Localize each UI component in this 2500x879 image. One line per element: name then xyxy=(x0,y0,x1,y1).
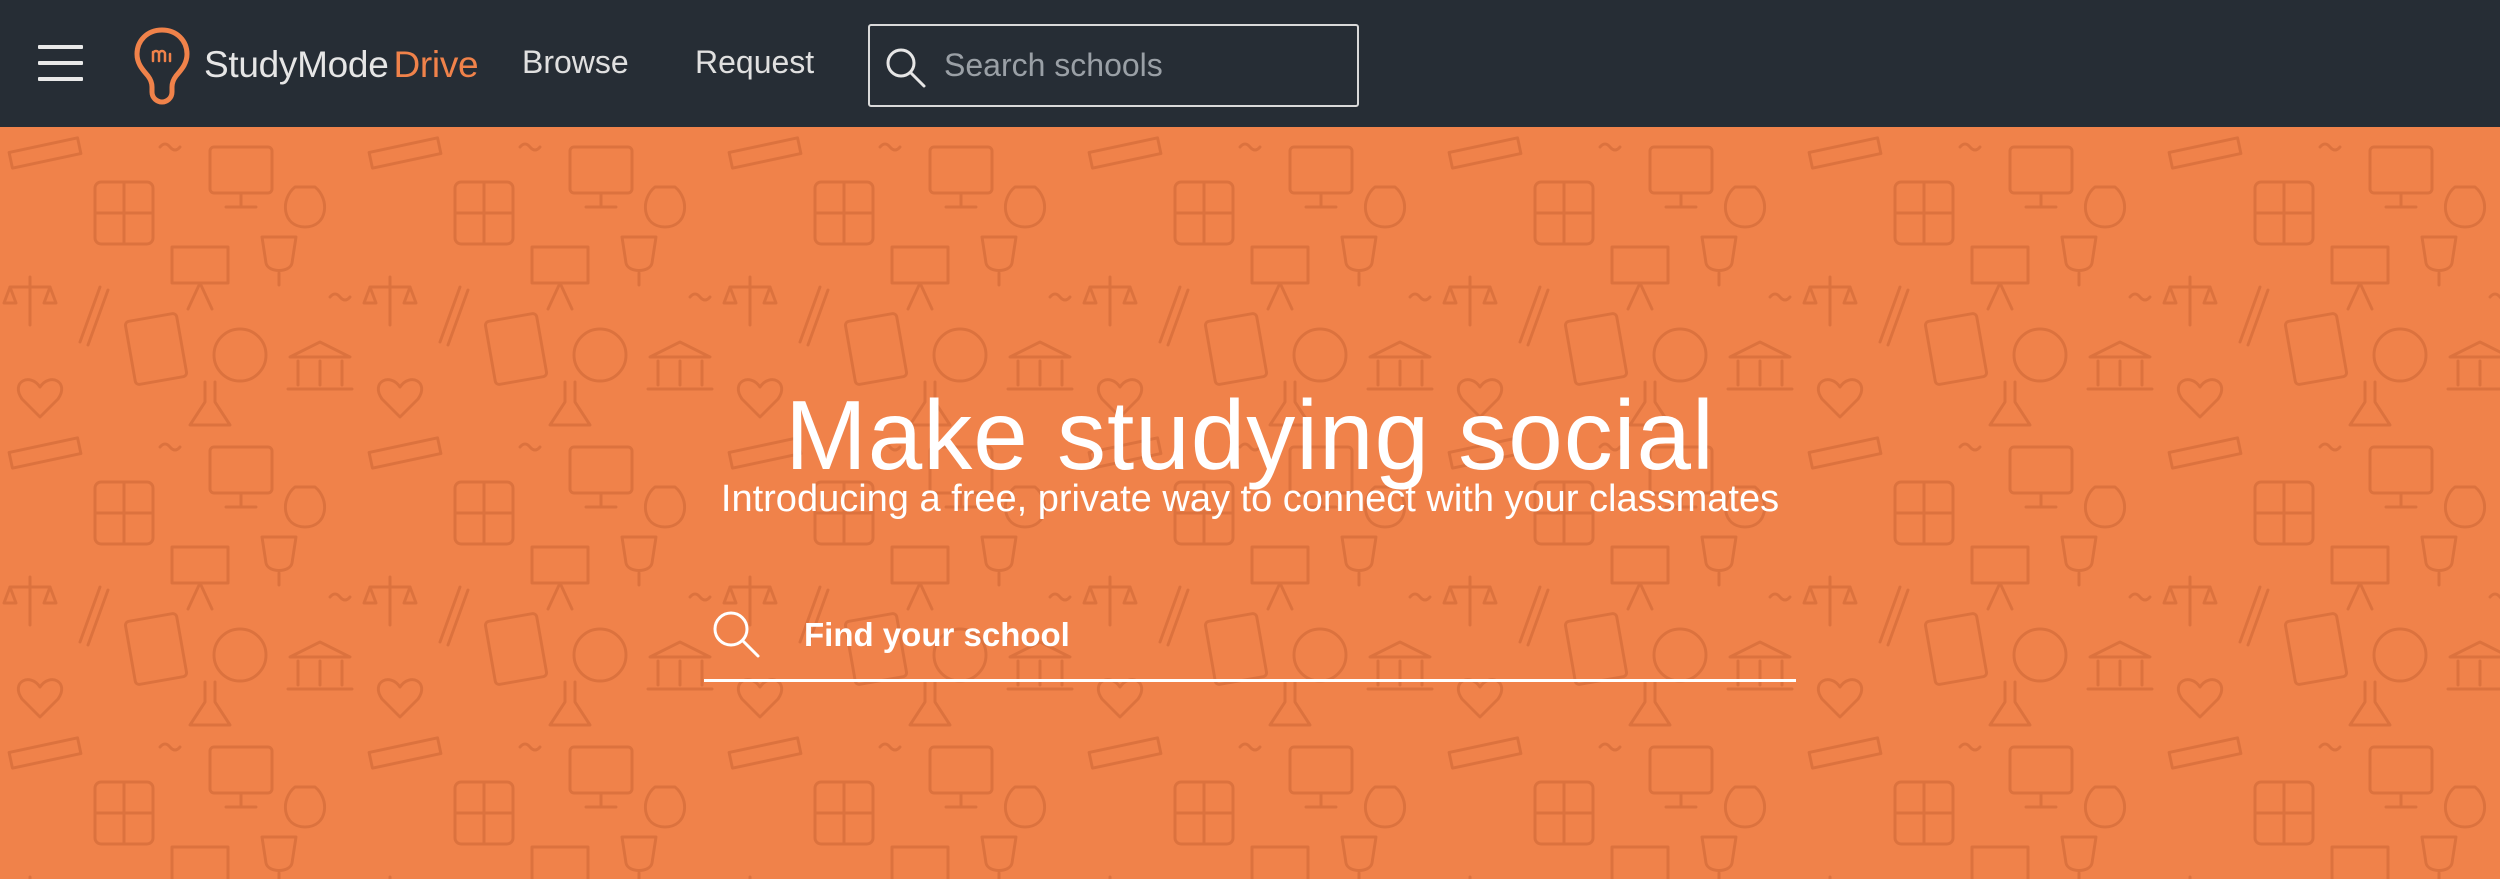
brand-name-accent: Drive xyxy=(393,43,479,85)
hamburger-menu-icon[interactable] xyxy=(38,45,83,81)
nav-link-browse[interactable]: Browse xyxy=(522,46,629,78)
find-school-input[interactable] xyxy=(802,592,1782,678)
menu-bar xyxy=(38,45,83,49)
hero-subtitle: Introducing a free, private way to conne… xyxy=(720,478,1780,520)
hero-banner: Make studying social Introducing a free,… xyxy=(0,127,2500,879)
top-navbar: StudyMode Drive Browse Request xyxy=(0,0,2500,127)
menu-bar xyxy=(38,61,83,65)
navbar-search-box[interactable] xyxy=(868,24,1359,107)
search-icon[interactable] xyxy=(884,46,928,90)
brand-name: StudyMode Drive xyxy=(204,43,479,85)
lightbulb-logo-icon xyxy=(134,27,190,105)
search-icon[interactable] xyxy=(710,608,762,660)
navbar-search-input[interactable] xyxy=(942,26,1352,105)
brand-logo-link[interactable]: StudyMode Drive xyxy=(132,26,479,106)
nav-link-request[interactable]: Request xyxy=(695,46,814,78)
menu-bar xyxy=(38,77,83,81)
hero-title: Make studying social xyxy=(785,379,1715,490)
hero-school-search[interactable] xyxy=(704,592,1796,682)
brand-name-main: StudyMode xyxy=(204,43,389,85)
